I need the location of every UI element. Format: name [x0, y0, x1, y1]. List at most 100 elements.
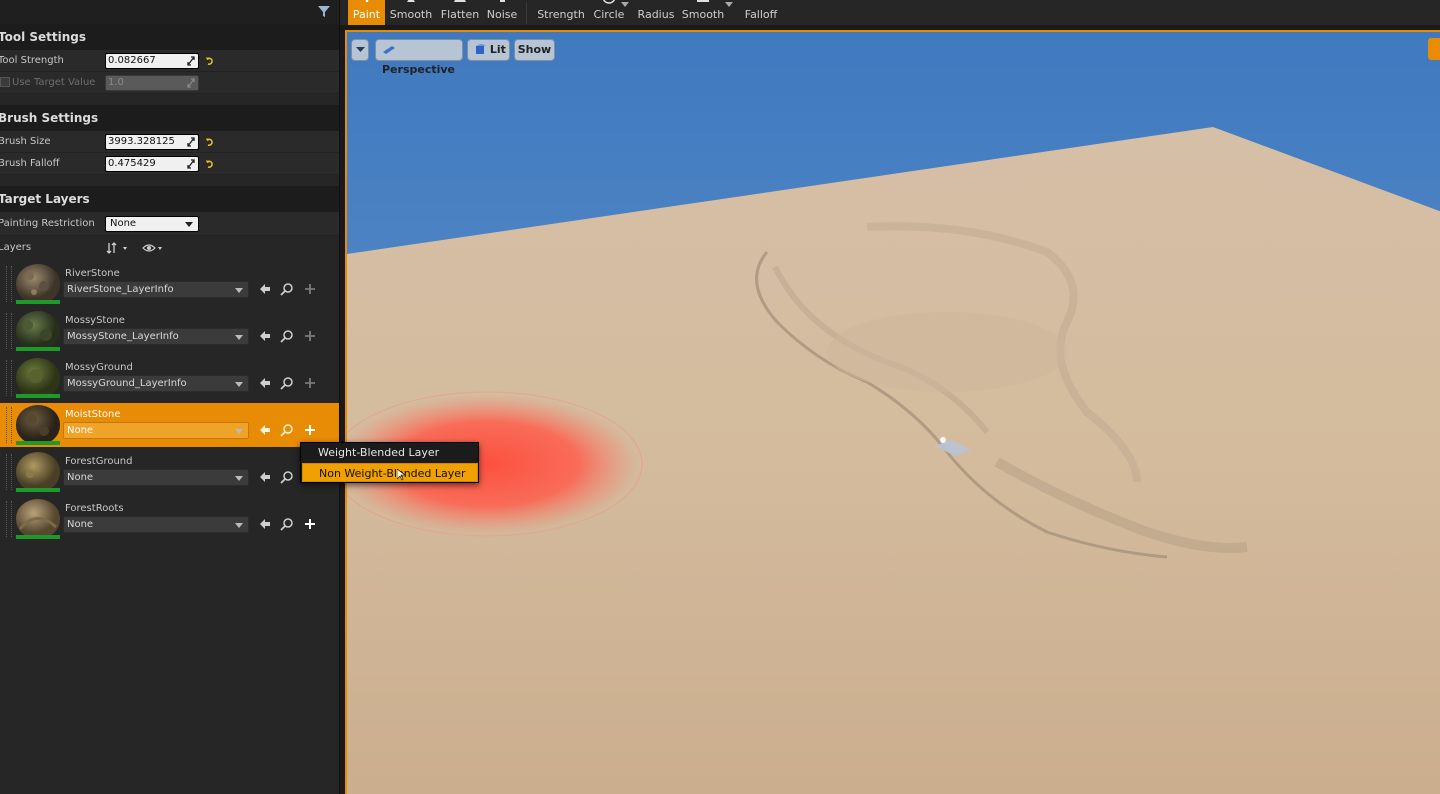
perspective-camera-icon	[383, 46, 395, 54]
layer-info-combo[interactable]: None	[63, 422, 249, 439]
tool-strength-label: Tool Strength	[0, 55, 64, 66]
drag-handle[interactable]	[6, 360, 12, 396]
radius-setting-button[interactable]: Radius	[634, 0, 678, 25]
target-layers-header[interactable]: Target Layers	[0, 186, 339, 212]
reset-to-default-icon[interactable]	[205, 56, 215, 66]
add-layer-info-icon[interactable]	[303, 329, 317, 343]
drag-spin-icon[interactable]	[186, 158, 196, 170]
layer-weight-bar	[16, 488, 60, 492]
add-layer-info-icon[interactable]	[303, 517, 317, 531]
chevron-down-icon[interactable]	[725, 2, 733, 8]
button-label: Strength	[537, 8, 585, 21]
flatten-tool-button[interactable]: Flatten	[438, 0, 482, 25]
browse-search-icon[interactable]	[280, 376, 294, 390]
drag-handle[interactable]	[6, 313, 12, 349]
toolbar-separator	[526, 2, 527, 24]
layer-item-mossystone[interactable]: MossyStone MossyStone_LayerInfo	[0, 309, 339, 353]
layer-item-forestroots[interactable]: ForestRoots None	[0, 497, 339, 541]
viewport-scene	[347, 32, 1440, 794]
paint-tool-button[interactable]: Paint	[348, 0, 385, 25]
layer-item-mossyground[interactable]: MossyGround MossyGround_LayerInfo	[0, 356, 339, 400]
layer-name: MossyGround	[65, 362, 133, 373]
use-selected-arrow-icon[interactable]	[258, 470, 272, 484]
chevron-down-icon	[235, 335, 243, 340]
drag-spin-icon[interactable]	[186, 136, 196, 148]
layer-weight-bar	[16, 535, 60, 539]
gizmo-handle[interactable]	[940, 437, 946, 443]
layer-item-moiststone[interactable]: MoistStone None	[0, 403, 339, 447]
layer-item-riverstone[interactable]: RiverStone RiverStone_LayerInfo	[0, 262, 339, 306]
browse-search-icon[interactable]	[280, 470, 294, 484]
reset-to-default-icon[interactable]	[205, 159, 215, 169]
chevron-down-icon	[235, 476, 243, 481]
noise-tool-button[interactable]: Noise	[484, 0, 520, 25]
smooth-tool-button[interactable]: Smooth	[388, 0, 434, 25]
chevron-down-icon	[185, 222, 193, 227]
brush-settings-header[interactable]: Brush Settings	[0, 105, 339, 131]
add-layer-info-icon[interactable]	[303, 376, 317, 390]
button-label: Flatten	[440, 8, 480, 21]
visibility-eye-icon[interactable]	[141, 241, 169, 255]
add-layer-info-icon[interactable]	[303, 282, 317, 296]
layer-thumbnail	[16, 452, 60, 492]
brush-size-value: 3993.328125	[108, 136, 175, 147]
drag-spin-icon	[187, 78, 195, 88]
drag-handle[interactable]	[6, 266, 12, 302]
painting-restriction-combo[interactable]: None	[105, 216, 199, 232]
layer-info-combo[interactable]: MossyGround_LayerInfo	[63, 375, 249, 392]
use-selected-arrow-icon[interactable]	[258, 376, 272, 390]
use-selected-arrow-icon[interactable]	[258, 423, 272, 437]
viewport-corner-toggle[interactable]	[1428, 38, 1440, 60]
layer-name: MossyStone	[65, 315, 125, 326]
drag-handle[interactable]	[6, 454, 12, 490]
level-viewport[interactable]: Perspective Lit Show	[345, 30, 1440, 794]
browse-search-icon[interactable]	[280, 282, 294, 296]
drag-spin-icon[interactable]	[186, 55, 196, 67]
browse-search-icon[interactable]	[280, 329, 294, 343]
brush-falloff-input[interactable]: 0.475429	[105, 156, 199, 172]
layers-toolbar	[105, 240, 175, 256]
perspective-button[interactable]: Perspective	[375, 39, 463, 76]
smooth-falloff-button[interactable]: Smooth	[680, 0, 726, 25]
sort-icon[interactable]	[105, 241, 133, 255]
layer-info-value: None	[67, 425, 94, 436]
lit-label: Lit	[489, 43, 506, 56]
viewport-options-button[interactable]	[351, 39, 369, 61]
layer-item-forestground[interactable]: ForestGround None	[0, 450, 339, 494]
button-label: Noise	[486, 8, 518, 21]
layer-info-value: MossyGround_LayerInfo	[67, 378, 187, 389]
falloff-setting-button[interactable]: Falloff	[738, 0, 784, 25]
lit-button[interactable]: Lit	[467, 39, 510, 61]
drag-handle[interactable]	[6, 501, 12, 537]
add-layer-info-icon[interactable]	[303, 423, 317, 437]
layer-info-value: RiverStone_LayerInfo	[67, 284, 174, 295]
brush-size-input[interactable]: 3993.328125	[105, 134, 199, 150]
tool-strength-value: 0.082667	[108, 55, 156, 66]
tool-settings-header[interactable]: Tool Settings	[0, 24, 339, 50]
menu-item-non-weight-blended[interactable]: Non Weight-Blended Layer	[302, 463, 478, 482]
use-selected-arrow-icon[interactable]	[258, 517, 272, 531]
filter-icon[interactable]	[316, 3, 332, 19]
layer-info-combo[interactable]: None	[63, 516, 249, 533]
layer-info-combo[interactable]: MossyStone_LayerInfo	[63, 328, 249, 345]
tool-strength-input[interactable]: 0.082667	[105, 53, 199, 69]
use-selected-arrow-icon[interactable]	[258, 282, 272, 296]
perspective-label: Perspective	[382, 63, 456, 76]
browse-search-icon[interactable]	[280, 517, 294, 531]
layer-info-combo[interactable]: RiverStone_LayerInfo	[63, 281, 249, 298]
layer-info-value: None	[67, 472, 94, 483]
drag-handle[interactable]	[6, 407, 12, 443]
show-button[interactable]: Show	[514, 39, 555, 61]
layer-thumbnail	[16, 311, 60, 351]
use-target-checkbox[interactable]	[0, 77, 10, 87]
chevron-down-icon[interactable]	[621, 2, 629, 8]
menu-item-weight-blended[interactable]: Weight-Blended Layer (normal)	[302, 443, 478, 478]
falloff-curve-icon	[697, 0, 709, 2]
panel-title-strip	[0, 0, 339, 24]
strength-setting-button[interactable]: Strength	[534, 0, 588, 25]
reset-to-default-icon[interactable]	[205, 137, 215, 147]
use-selected-arrow-icon[interactable]	[258, 329, 272, 343]
layer-info-combo[interactable]: None	[63, 469, 249, 486]
painting-restriction-label: Painting Restriction	[0, 218, 95, 229]
browse-search-icon[interactable]	[280, 423, 294, 437]
